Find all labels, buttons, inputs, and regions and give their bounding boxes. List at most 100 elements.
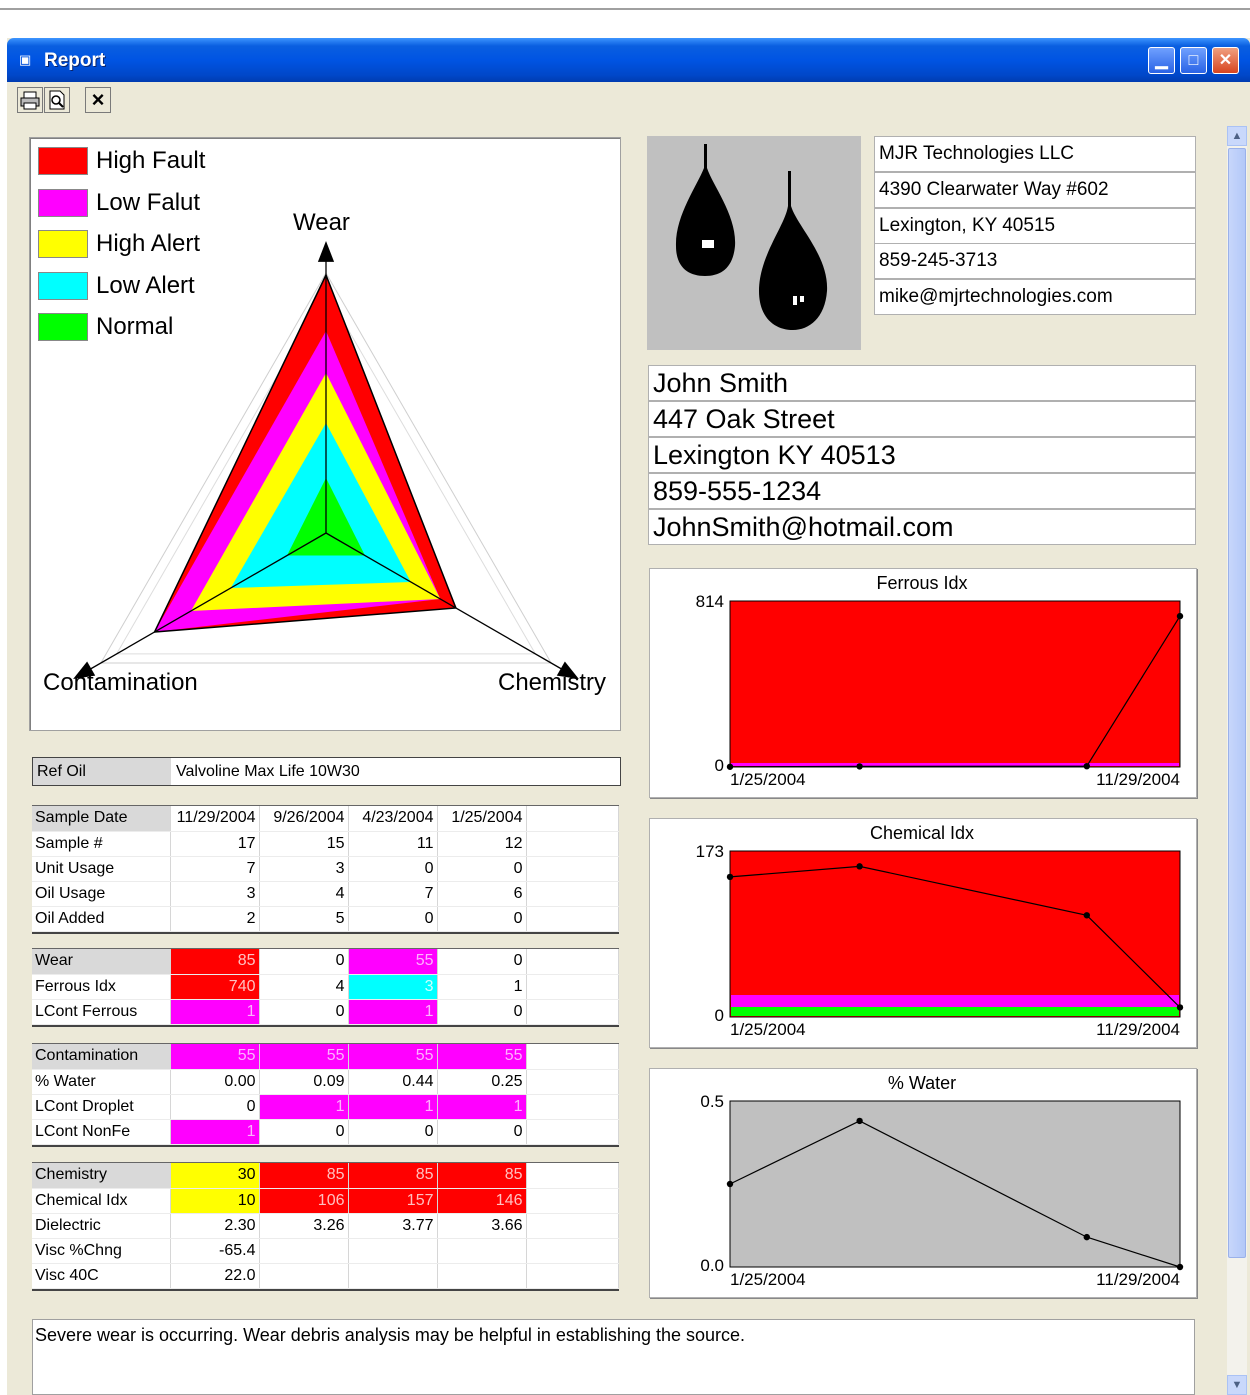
- report-window: ▣ Report ▁ □ ✕ × High Fault Low Falut High…: [7, 38, 1250, 1395]
- data-point: [726, 1180, 734, 1188]
- chemical-idx-chart: Chemical Idx 173 0 1/25/2004 11/29/2004: [649, 818, 1197, 1048]
- table-cell: 3: [259, 856, 349, 882]
- table-cell: 4/23/2004: [348, 806, 438, 832]
- company-email: mike@mjrtechnologies.com: [874, 279, 1196, 315]
- print-button[interactable]: [17, 87, 43, 113]
- minimize-button[interactable]: ▁: [1148, 47, 1175, 74]
- table-row: Visc 40C 22.0: [32, 1263, 619, 1289]
- table-filler: [526, 1094, 619, 1120]
- company-city: Lexington, KY 40515: [874, 208, 1196, 244]
- data-point: [1083, 762, 1090, 770]
- row-label: Unit Usage: [32, 856, 171, 882]
- data-point: [856, 1117, 863, 1125]
- data-point: [726, 873, 734, 881]
- row-label: Visc %Chng: [32, 1238, 171, 1264]
- table-cell: 0.25: [437, 1069, 527, 1095]
- x-tick-label: 11/29/2004: [1096, 1270, 1180, 1289]
- scroll-down-button[interactable]: ▼: [1227, 1375, 1247, 1395]
- chart-title: Chemical Idx: [870, 823, 974, 843]
- table-cell: 55: [348, 949, 438, 975]
- table-cell: 0: [170, 1094, 260, 1120]
- table-cell: 85: [259, 1163, 349, 1189]
- table-filler: [526, 856, 619, 882]
- table-cell: 0.00: [170, 1069, 260, 1095]
- table-cell: 9/26/2004: [259, 806, 349, 832]
- table-cell: 0: [437, 949, 527, 975]
- low-fault-band: [731, 763, 1179, 766]
- company-phone: 859-245-3713: [874, 243, 1196, 279]
- table-filler: [526, 1263, 619, 1289]
- table-filler: [526, 806, 619, 832]
- table-cell: 1: [348, 999, 438, 1025]
- maximize-button[interactable]: □: [1180, 47, 1207, 74]
- table-cell: 10: [170, 1188, 260, 1214]
- vertical-scrollbar[interactable]: ▲ ▼: [1227, 126, 1247, 1395]
- table-row: Unit Usage 7 3 0 0: [32, 856, 619, 882]
- row-label: LCont NonFe: [32, 1119, 171, 1145]
- row-label: Chemical Idx: [32, 1188, 171, 1214]
- chart-title: % Water: [888, 1073, 956, 1093]
- radar-panel: High Fault Low Falut High Alert Low Alert No…: [29, 137, 621, 731]
- toolbar: ×: [11, 82, 1250, 119]
- table-cell: 1/25/2004: [437, 806, 527, 832]
- table-cell: 0: [348, 856, 438, 882]
- table-header-row: Wear 85 0 55 0: [32, 949, 619, 975]
- x-tick-label: 1/25/2004: [730, 770, 806, 789]
- data-point: [856, 763, 863, 770]
- print-preview-button[interactable]: [44, 87, 70, 113]
- print-preview-icon: [49, 90, 65, 110]
- company-logo: [647, 136, 861, 350]
- y-tick-label: 0: [715, 756, 724, 775]
- close-report-button[interactable]: ×: [85, 87, 111, 113]
- table-cell: 3.77: [348, 1213, 438, 1239]
- table-filler: [526, 1188, 619, 1214]
- table-cell: 11/29/2004: [170, 806, 260, 832]
- scroll-thumb[interactable]: [1228, 148, 1246, 1258]
- table-filler: [526, 1238, 619, 1264]
- chemistry-table: Chemistry 30 85 85 85 Chemical Idx 10 106 157 146…: [32, 1162, 619, 1291]
- table-cell: [437, 1238, 527, 1264]
- chart-title: Ferrous Idx: [876, 573, 967, 593]
- table-cell: [259, 1238, 349, 1264]
- table-cell: 55: [170, 1044, 260, 1070]
- table-row: Oil Usage 3 4 7 6: [32, 881, 619, 907]
- water-chart: % Water 0.5 0.0 1/25/2004 11/29/2004: [649, 1068, 1197, 1298]
- plot-area: [729, 850, 1181, 1018]
- table-cell: 85: [437, 1163, 527, 1189]
- table-filler: [526, 974, 619, 1000]
- sample-table: Sample Date 11/29/2004 9/26/2004 4/23/2004 1…: [32, 805, 619, 934]
- y-tick-label: 0: [715, 1006, 724, 1025]
- table-cell: 0.09: [259, 1069, 349, 1095]
- scroll-up-button[interactable]: ▲: [1227, 126, 1247, 146]
- table-cell: 1: [348, 1094, 438, 1120]
- ref-oil-label: Ref Oil: [33, 758, 171, 785]
- table-cell: 1: [170, 999, 260, 1025]
- table-cell: 146: [437, 1188, 527, 1214]
- table-cell: [259, 1263, 349, 1289]
- table-cell: 2.30: [170, 1213, 260, 1239]
- row-label: Sample #: [32, 831, 171, 857]
- y-tick-label: 0.0: [700, 1256, 724, 1275]
- y-tick-label: 814: [696, 592, 724, 611]
- table-filler: [526, 949, 619, 975]
- table-row: Dielectric 2.30 3.26 3.77 3.66: [32, 1213, 619, 1239]
- table-cell: 17: [170, 831, 260, 857]
- wear-table: Wear 85 0 55 0 Ferrous Idx 740 4 3 1 LCont Ferrous…: [32, 948, 619, 1027]
- row-label: Visc 40C: [32, 1263, 171, 1289]
- title-bar: ▣ Report ▁ □ ✕: [7, 38, 1250, 82]
- low-fault-band: [731, 995, 1179, 1007]
- data-point: [1176, 612, 1184, 620]
- row-label: Chemistry: [32, 1163, 171, 1189]
- table-cell: 55: [437, 1044, 527, 1070]
- table-cell: 85: [170, 949, 260, 975]
- table-row: LCont Ferrous 1 0 1 0: [32, 999, 619, 1025]
- table-filler: [526, 1069, 619, 1095]
- row-label: Oil Usage: [32, 881, 171, 907]
- table-cell: 5: [259, 906, 349, 932]
- table-cell: 157: [348, 1188, 438, 1214]
- customer-email: JohnSmith@hotmail.com: [648, 509, 1196, 545]
- table-cell: [348, 1263, 438, 1289]
- table-cell: 3.66: [437, 1213, 527, 1239]
- table-filler: [526, 1163, 619, 1189]
- close-window-button[interactable]: ✕: [1212, 47, 1239, 74]
